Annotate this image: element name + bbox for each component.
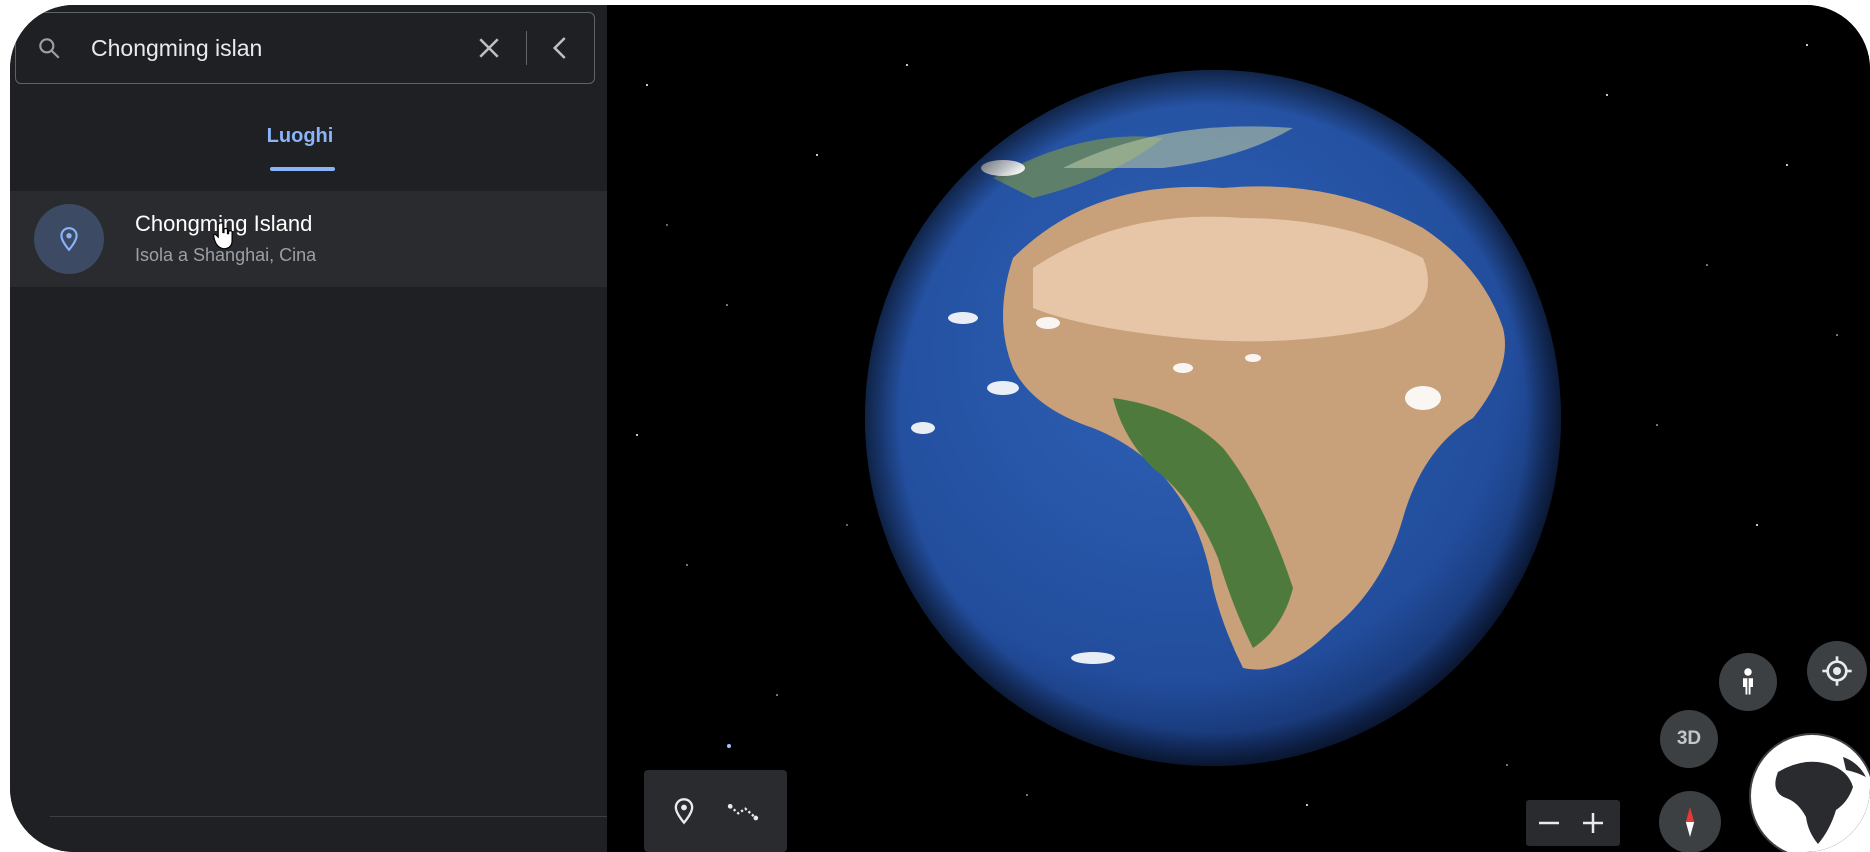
search-panel: Luoghi Chongming Island Isola a Shanghai…: [10, 5, 607, 852]
search-input[interactable]: [91, 23, 461, 73]
compass-button[interactable]: [1659, 791, 1721, 852]
hand-cursor-icon: [213, 222, 233, 250]
search-divider: [526, 31, 527, 65]
zoom-out-icon[interactable]: [1534, 808, 1564, 838]
measure-path-icon[interactable]: [726, 797, 760, 825]
tab-active-indicator: [270, 167, 335, 171]
zoom-controls: [1526, 800, 1620, 846]
chevron-left-icon[interactable]: [546, 33, 576, 63]
search-icon[interactable]: [36, 35, 62, 61]
close-icon[interactable]: [474, 33, 504, 63]
app-frame: Luoghi Chongming Island Isola a Shanghai…: [10, 5, 1870, 852]
my-location-icon: [1822, 656, 1852, 686]
street-view-pegman-icon: [1743, 668, 1753, 695]
place-pin-icon: [60, 227, 78, 252]
earth-globe[interactable]: [863, 68, 1563, 768]
toggle-3d-button[interactable]: 3D: [1660, 710, 1718, 768]
globe-minimap[interactable]: [1748, 732, 1870, 852]
result-item[interactable]: Chongming Island Isola a Shanghai, Cina: [10, 191, 607, 287]
my-location-button[interactable]: [1807, 641, 1867, 701]
street-view-button[interactable]: [1719, 653, 1777, 711]
tab-luoghi[interactable]: Luoghi: [250, 125, 350, 148]
drawing-toolbar: [644, 770, 787, 852]
compass-icon: [1685, 807, 1695, 837]
panel-divider: [50, 816, 607, 817]
search-box: [15, 12, 595, 84]
place-pin-icon[interactable]: [670, 797, 698, 825]
zoom-in-icon[interactable]: [1578, 808, 1608, 838]
result-pin-badge: [34, 204, 104, 274]
